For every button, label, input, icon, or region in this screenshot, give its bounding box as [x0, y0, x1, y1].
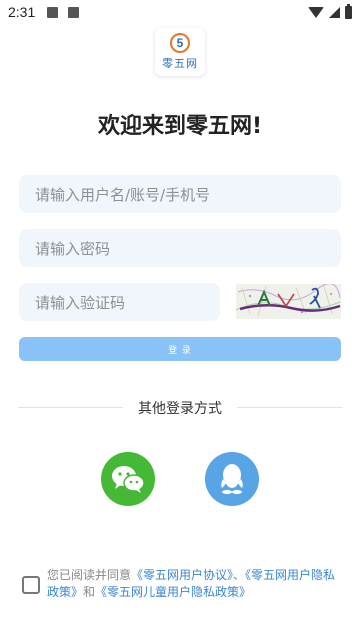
app-logo: 5 零五网 [155, 28, 205, 76]
agreement-sep2: 和 [83, 585, 96, 599]
username-placeholder: 请输入用户名/账号/手机号 [35, 185, 211, 204]
logo-badge: 5 [170, 33, 190, 53]
login-button[interactable]: 登 录 [19, 337, 341, 361]
wechat-icon [112, 466, 145, 493]
login-label: 登 录 [168, 345, 192, 356]
user-agreement-link[interactable]: 《零五网用户协议》 [131, 568, 233, 582]
agreement-sep1: 、 [233, 568, 246, 582]
agreement-prefix: 您已阅读并同意 [47, 568, 132, 582]
wifi-icon [308, 6, 324, 18]
password-input[interactable]: 请输入密码 [19, 229, 341, 267]
qq-icon [221, 464, 243, 494]
captcha-input[interactable]: 请输入验证码 [19, 283, 220, 321]
agreement-checkbox[interactable] [22, 576, 40, 594]
photo-notification-icon [68, 6, 80, 18]
captcha-noise-icon [236, 284, 341, 317]
password-placeholder: 请输入密码 [35, 239, 111, 258]
username-input[interactable]: 请输入用户名/账号/手机号 [19, 175, 341, 213]
wechat-login-button[interactable] [101, 452, 155, 506]
captcha-image[interactable] [236, 284, 341, 319]
logo-text: 零五网 [162, 57, 198, 70]
status-bar: 2:31 [0, 0, 360, 24]
signal-icon [329, 6, 340, 18]
child-privacy-policy-link[interactable]: 《零五网儿童用户隐私政策》 [95, 585, 251, 599]
other-login-label: 其他登录方式 [138, 401, 222, 417]
status-indicators [308, 3, 352, 19]
qq-login-button[interactable] [205, 452, 259, 506]
divider-left [18, 407, 123, 408]
page-title: 欢迎来到零五网! [97, 114, 263, 139]
battery-icon [345, 3, 352, 19]
divider-right [237, 407, 343, 408]
status-time: 2:31 [8, 4, 36, 20]
agreement-text: 您已阅读并同意《零五网用户协议》、《零五网用户隐私政策》和《零五网儿童用户隐私政… [47, 567, 345, 601]
gallery-notification-icon [47, 6, 59, 18]
captcha-placeholder: 请输入验证码 [35, 293, 126, 312]
